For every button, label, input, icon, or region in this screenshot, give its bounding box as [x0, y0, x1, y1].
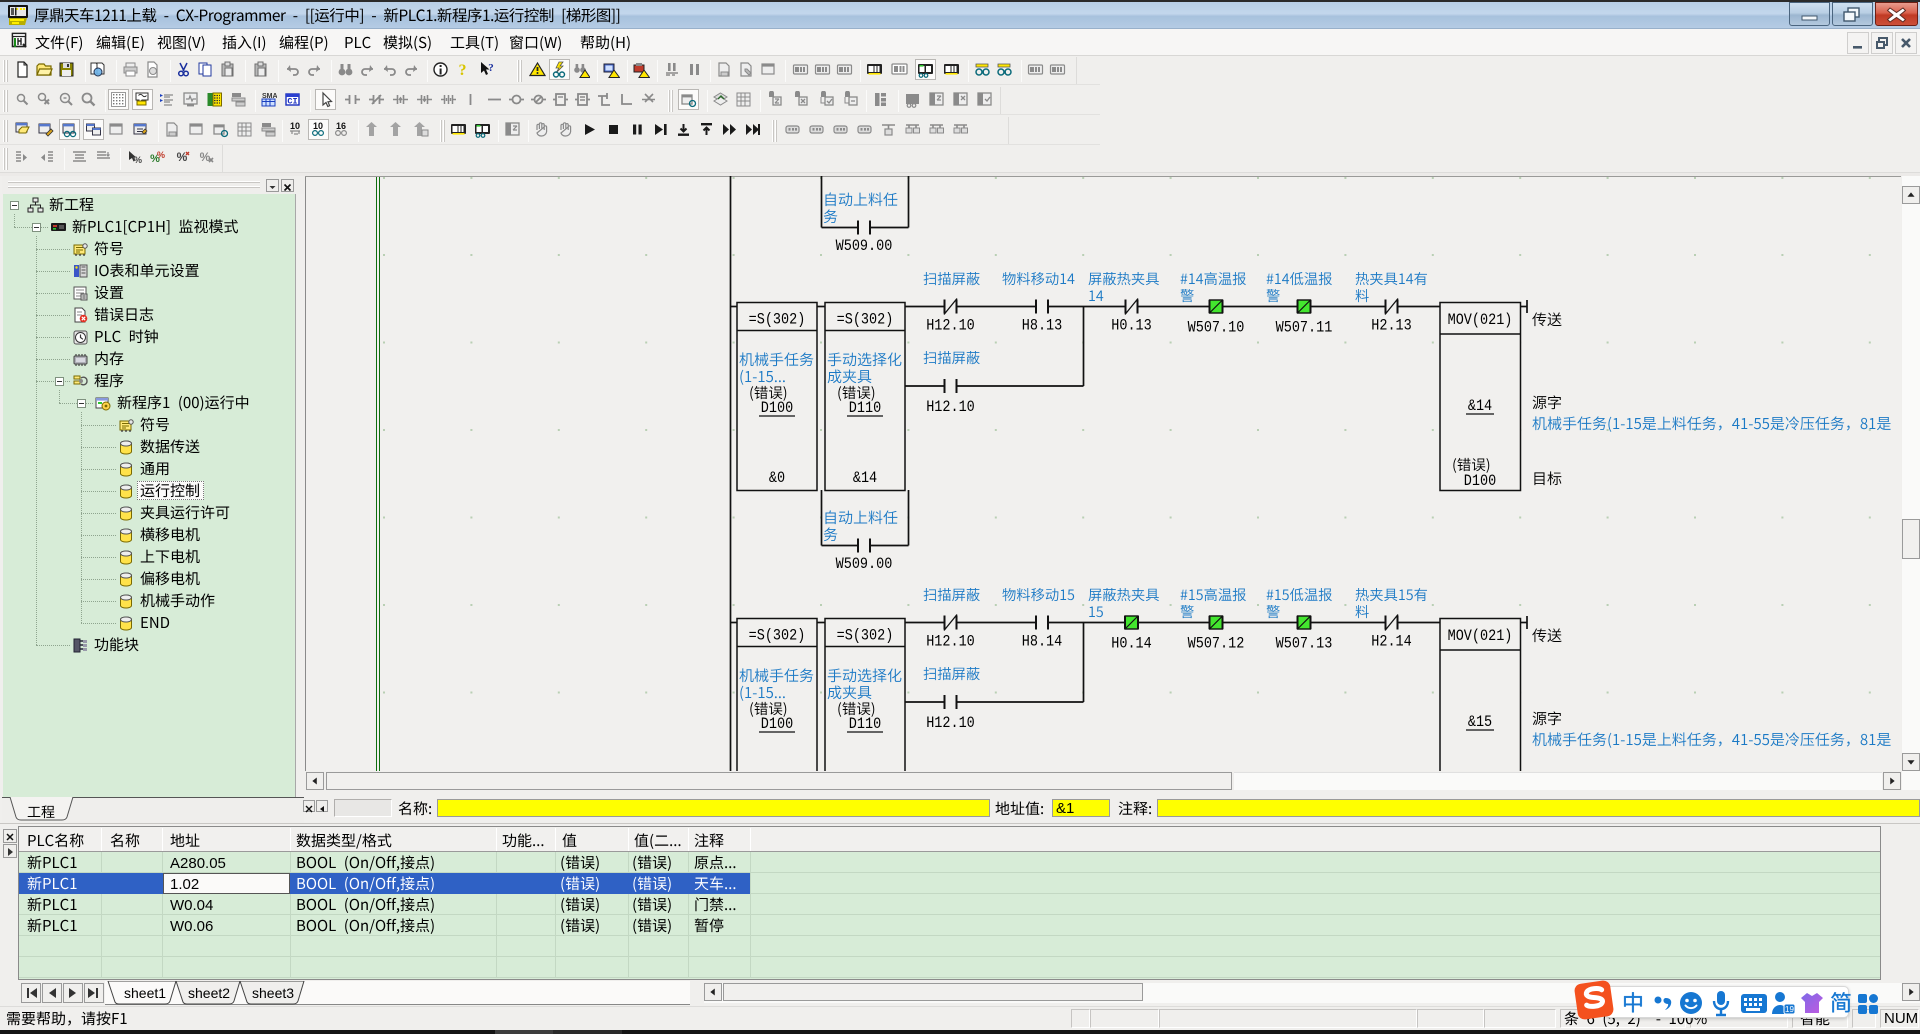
svg-text:19: 19 — [1785, 1005, 1794, 1014]
svg-text:?: ? — [459, 62, 467, 78]
svg-text:%: % — [134, 155, 142, 165]
svg-text:CI: CI — [287, 97, 297, 107]
svg-text:16: 16 — [336, 121, 346, 131]
svg-text:%: % — [157, 150, 165, 160]
svg-text:10: 10 — [290, 121, 300, 131]
svg-text:?: ? — [488, 62, 494, 74]
svg-text:10: 10 — [313, 121, 323, 131]
